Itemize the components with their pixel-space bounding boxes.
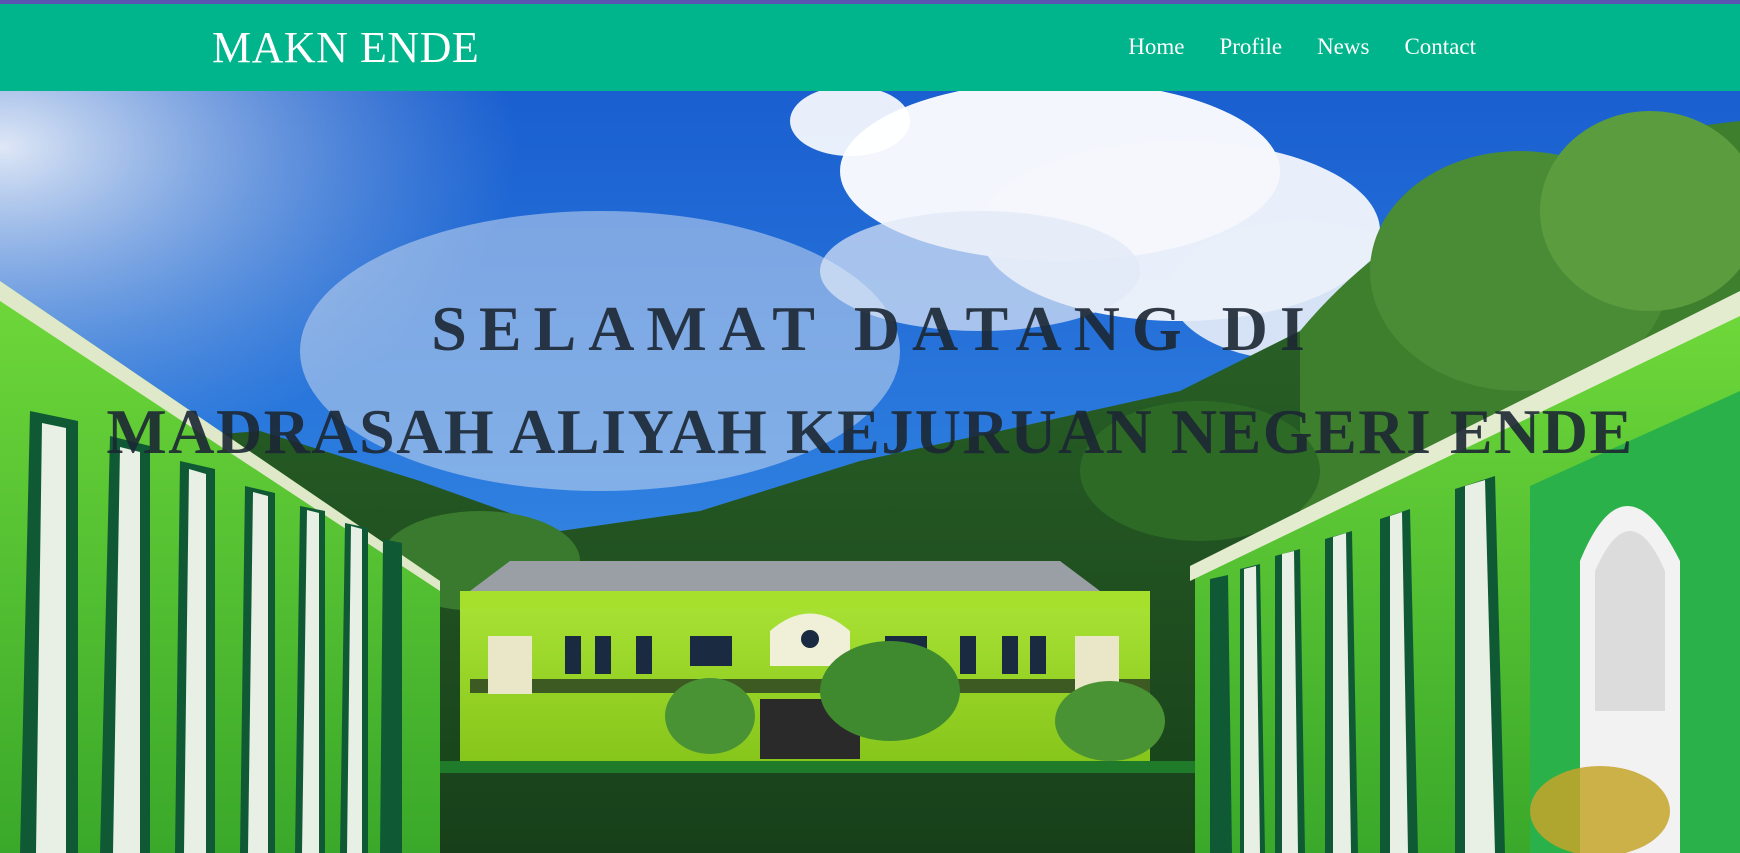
brand-logo-text[interactable]: MAKN ENDE — [212, 22, 479, 73]
hero-heading-line1: SELAMAT DATANG DI — [431, 293, 1317, 364]
hero-heading-line2: MADRASAH ALIYAH KEJURUAN NEGERI ENDE — [106, 396, 1634, 467]
hero-banner: SELAMAT DATANG DI MADRASAH ALIYAH KEJURU… — [0, 91, 1740, 853]
nav-news-link[interactable]: News — [1317, 34, 1369, 60]
hero-background-image — [0, 91, 1740, 853]
nav-home-link[interactable]: Home — [1128, 34, 1184, 60]
nav-contact-link[interactable]: Contact — [1404, 34, 1476, 60]
nav-menu: Home Profile News Contact — [1093, 34, 1476, 60]
nav-profile-link[interactable]: Profile — [1219, 34, 1282, 60]
navbar: MAKN ENDE Home Profile News Contact — [0, 4, 1740, 91]
